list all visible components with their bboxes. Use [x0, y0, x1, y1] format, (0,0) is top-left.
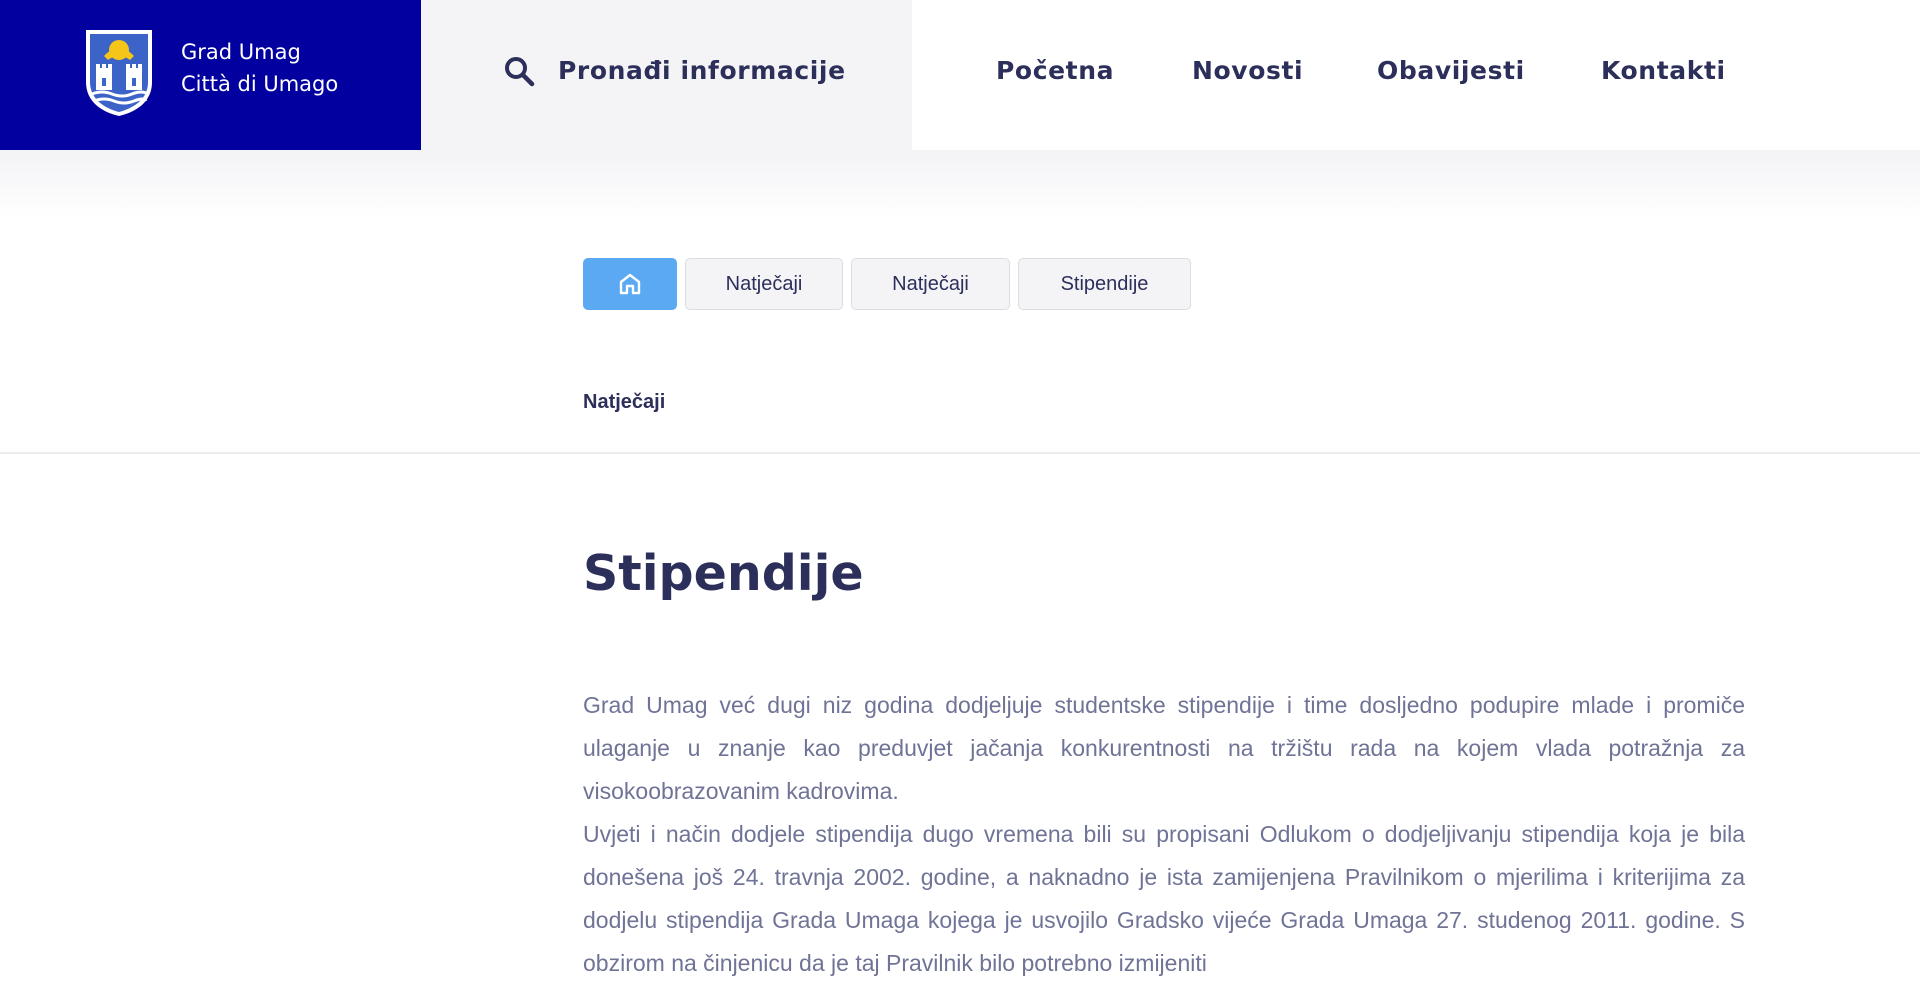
page-title: Stipendije: [583, 545, 864, 602]
city-crest-icon: [86, 30, 152, 116]
home-icon: [619, 273, 641, 295]
section-label: Natječaji: [583, 391, 666, 413]
divider: [0, 452, 1920, 454]
site-header: Grad Umag Città di Umago Pronađi informa…: [0, 0, 1920, 150]
nav-obavijesti[interactable]: Obavijesti: [1377, 56, 1525, 85]
logo-text: Grad Umag Città di Umago: [181, 36, 338, 100]
logo-line-2: Città di Umago: [181, 72, 339, 96]
paragraph-1: Grad Umag već dugi niz godina dodjeljuje…: [583, 692, 1745, 804]
header-shadow: [0, 150, 1920, 220]
article-body: Grad Umag već dugi niz godina dodjeljuje…: [583, 684, 1745, 985]
logo-link[interactable]: Grad Umag Città di Umago: [0, 0, 421, 150]
search-label[interactable]: Pronađi informacije: [558, 56, 846, 85]
paragraph-2: Uvjeti i način dodjele stipendija dugo v…: [583, 821, 1745, 976]
breadcrumb-item-natjecaji-2[interactable]: Natječaji: [851, 258, 1010, 310]
nav-pocetna[interactable]: Početna: [996, 56, 1114, 85]
logo-line-1: Grad Umag: [181, 40, 301, 64]
nav-novosti[interactable]: Novosti: [1192, 56, 1303, 85]
breadcrumb-item-stipendije[interactable]: Stipendije: [1018, 258, 1191, 310]
breadcrumb-home[interactable]: [583, 258, 677, 310]
breadcrumb-item-natjecaji-1[interactable]: Natječaji: [685, 258, 843, 310]
nav-kontakti[interactable]: Kontakti: [1601, 56, 1726, 85]
search-icon: [505, 57, 535, 87]
